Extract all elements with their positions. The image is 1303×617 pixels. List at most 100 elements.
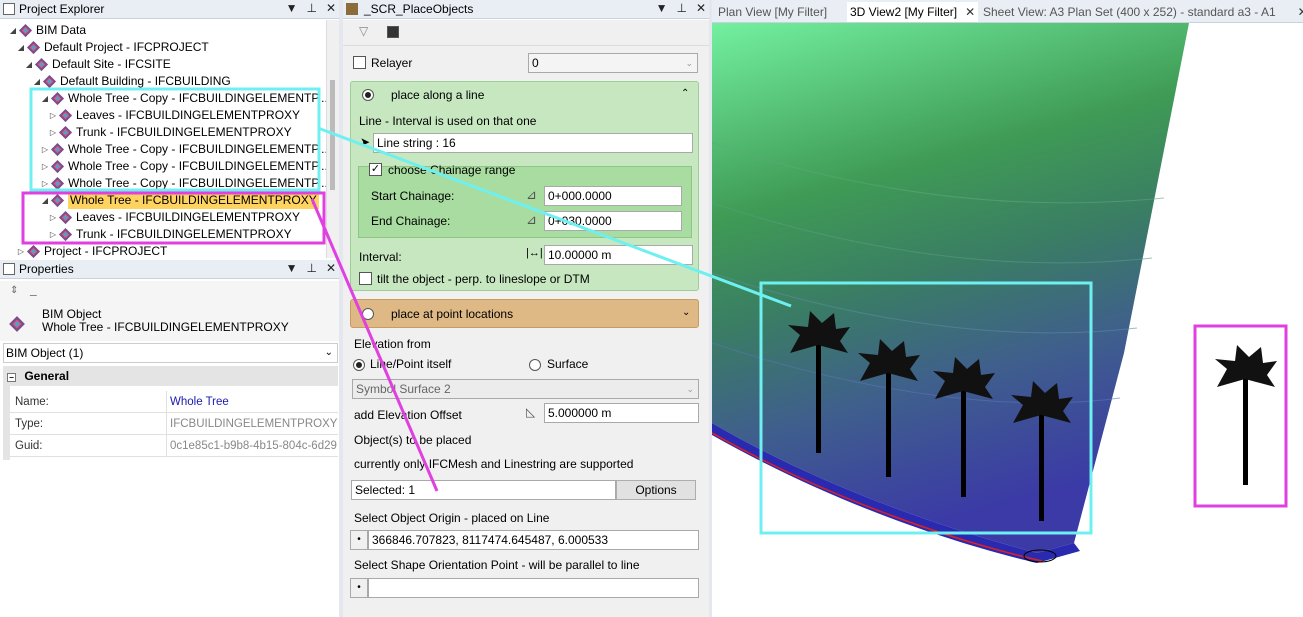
tree-item-label: Trunk - IFCBUILDINGELEMENTPROXY — [76, 125, 292, 139]
origin-field[interactable]: 366846.707823, 8117474.645487, 6.000533 — [368, 530, 699, 550]
collapse-arrow-icon[interactable]: ▷ — [40, 141, 50, 158]
line-hint: Line - Interval is used on that one — [359, 114, 537, 128]
expand-arrow-icon[interactable]: ◢ — [24, 56, 34, 73]
tilt-checkbox[interactable] — [359, 272, 372, 285]
elevation-line-radio[interactable] — [353, 359, 365, 371]
relayer-select[interactable]: 0 ⌄ — [528, 53, 698, 73]
relayer-checkbox[interactable] — [353, 56, 366, 69]
close-icon[interactable]: ✕ — [326, 261, 336, 275]
interval-field[interactable]: 10.00000 m — [544, 245, 693, 265]
pick-arrow-icon[interactable]: ➤ — [360, 135, 370, 149]
orient-field[interactable] — [368, 578, 699, 598]
tree-item[interactable]: ▷ Project - IFCPROJECT — [16, 243, 167, 258]
scrollbar-thumb[interactable] — [330, 80, 335, 190]
object-selector[interactable]: BIM Object (1) ⌄ — [3, 343, 338, 363]
chainage-pick-icon[interactable]: ⊿ — [526, 212, 537, 228]
tree-item[interactable]: ◢ Whole Tree - IFCBUILDINGELEMENTPROXY — [40, 192, 319, 209]
close-tab-icon[interactable]: ✕ — [1298, 5, 1303, 19]
collapse-arrow-icon[interactable]: ▷ — [40, 175, 50, 192]
expand-toggle-icon[interactable]: ⇕ — [10, 285, 18, 296]
end-chainage-field[interactable]: 0+030.0000 — [544, 211, 682, 231]
property-value[interactable]: Whole Tree — [166, 391, 339, 413]
expand-arrow-icon[interactable]: ◢ — [16, 39, 26, 56]
options-button[interactable]: Options — [616, 480, 696, 500]
tree-item-label: Whole Tree - IFCBUILDINGELEMENTPROXY — [68, 192, 319, 209]
chainage-pick-icon[interactable]: ⊿ — [526, 187, 537, 203]
place-along-line-radio[interactable] — [362, 89, 374, 101]
bim-object-icon — [42, 74, 57, 89]
tree-item[interactable]: ◢ Whole Tree - Copy - IFCBUILDINGELEMENTP… — [40, 90, 326, 107]
chevron-down-icon: ⌄ — [685, 58, 693, 68]
surface-select[interactable]: Symbol Surface 2 ⌄ — [352, 379, 699, 399]
dropdown-icon[interactable]: ▼ — [286, 261, 298, 275]
collapse-section-icon[interactable]: − — [7, 373, 16, 382]
origin-value: 366846.707823, 8117474.645487, 6.000533 — [372, 533, 609, 547]
tree-item-label: Trunk - IFCBUILDINGELEMENTPROXY — [76, 227, 292, 241]
end-chainage-label: End Chainage: — [371, 214, 451, 228]
collapse-chevron-icon[interactable]: ⌃ — [681, 88, 689, 99]
collapse-arrow-icon[interactable]: ▷ — [48, 209, 58, 226]
close-icon[interactable]: ✕ — [326, 1, 336, 15]
tab-plan-view[interactable]: Plan View [My Filter] — [715, 2, 830, 22]
expand-arrow-icon[interactable]: ◢ — [32, 73, 42, 90]
tree-item-label: Whole Tree - Copy - IFCBUILDINGELEMENTP.… — [68, 176, 326, 190]
offset-field[interactable]: 5.000000 m — [544, 403, 699, 423]
object-type: BIM Object — [42, 307, 102, 321]
collapse-arrow-icon[interactable]: ▷ — [48, 107, 58, 124]
expand-arrow-icon[interactable]: ◢ — [8, 22, 18, 39]
explorer-icon — [3, 3, 15, 15]
tilt-label: tilt the object - perp. to lineslope or … — [377, 272, 590, 286]
bim-object-icon — [50, 159, 65, 174]
tree-item[interactable]: ▷ Whole Tree - Copy - IFCBUILDINGELEMENTP… — [40, 141, 326, 158]
collapse-arrow-icon[interactable]: ▷ — [48, 226, 58, 243]
chainage-checkbox[interactable]: ✓ — [369, 163, 382, 176]
filter-icon[interactable]: ▽ — [359, 24, 368, 38]
tree-item[interactable]: ◢ Default Building - IFCBUILDING — [32, 73, 231, 90]
tree-item[interactable]: ▷ Whole Tree - Copy - IFCBUILDINGELEMENTP… — [40, 175, 326, 192]
origin-pick-button[interactable]: • — [350, 530, 368, 550]
terrain-surface — [712, 23, 1189, 553]
dropdown-icon[interactable]: ▼ — [286, 1, 298, 15]
pin-icon[interactable]: ⊥ — [676, 1, 686, 15]
start-chainage-field[interactable]: 0+000.0000 — [544, 186, 682, 206]
pin-icon[interactable]: ⊥ — [306, 261, 316, 275]
tree-item[interactable]: ◢ BIM Data — [8, 22, 86, 39]
interval-icon[interactable]: |↔| — [526, 247, 543, 259]
tree-item[interactable]: ▷ Leaves - IFCBUILDINGELEMENTPROXY — [48, 107, 300, 124]
close-icon[interactable]: ✕ — [696, 1, 706, 15]
tree-item-label: Default Building - IFCBUILDING — [60, 74, 231, 88]
orient-pick-button[interactable]: • — [350, 578, 368, 598]
tree-item[interactable]: ▷ Trunk - IFCBUILDINGELEMENTPROXY — [48, 124, 292, 141]
tree-item[interactable]: ◢ Default Site - IFCSITE — [24, 56, 171, 73]
dropdown-icon[interactable]: ▼ — [656, 1, 668, 15]
3d-viewport[interactable] — [712, 23, 1303, 617]
collapse-arrow-icon[interactable]: ▷ — [48, 124, 58, 141]
selected-field[interactable]: Selected: 1 — [351, 480, 616, 500]
line-section-title: place along a line — [391, 88, 485, 102]
property-value: 0c1e85c1-b9b8-4b15-804c-6d29 — [166, 435, 339, 457]
collapse-icon[interactable]: _ — [30, 283, 37, 297]
pin-icon[interactable]: ⊥ — [306, 1, 316, 15]
explorer-scrollbar[interactable] — [326, 20, 339, 258]
tree-item[interactable]: ▷ Trunk - IFCBUILDINGELEMENTPROXY — [48, 226, 292, 243]
tree-item[interactable]: ▷ Whole Tree - Copy - IFCBUILDINGELEMENTP… — [40, 158, 326, 175]
offset-pick-icon[interactable]: ◺ — [526, 405, 535, 419]
place-at-points-radio[interactable] — [362, 308, 374, 320]
tree-item[interactable]: ◢ Default Project - IFCPROJECT — [16, 39, 209, 56]
tree-item[interactable]: ▷ Leaves - IFCBUILDINGELEMENTPROXY — [48, 209, 300, 226]
expand-arrow-icon[interactable]: ◢ — [40, 192, 50, 209]
collapse-arrow-icon[interactable]: ▷ — [16, 243, 26, 258]
tab-3d-view[interactable]: 3D View2 [My Filter] ✕ — [847, 2, 979, 22]
tree-item-label: Leaves - IFCBUILDINGELEMENTPROXY — [76, 108, 301, 122]
line-string-field[interactable]: Line string : 16 — [373, 133, 693, 153]
property-value: IFCBUILDINGELEMENTPROXY — [166, 413, 339, 435]
expand-arrow-icon[interactable]: ◢ — [40, 90, 50, 107]
close-tab-icon[interactable]: ✕ — [965, 5, 975, 19]
collapse-arrow-icon[interactable]: ▷ — [40, 158, 50, 175]
elevation-surface-radio[interactable] — [529, 359, 541, 371]
tab-sheet-view[interactable]: Sheet View: A3 Plan Set (400 x 252) - st… — [980, 2, 1303, 22]
image-icon[interactable] — [387, 26, 399, 38]
expand-chevron-icon[interactable]: ⌄ — [682, 307, 690, 318]
general-section-header[interactable]: − General — [3, 366, 338, 386]
elevation-surface-label: Surface — [547, 357, 589, 371]
